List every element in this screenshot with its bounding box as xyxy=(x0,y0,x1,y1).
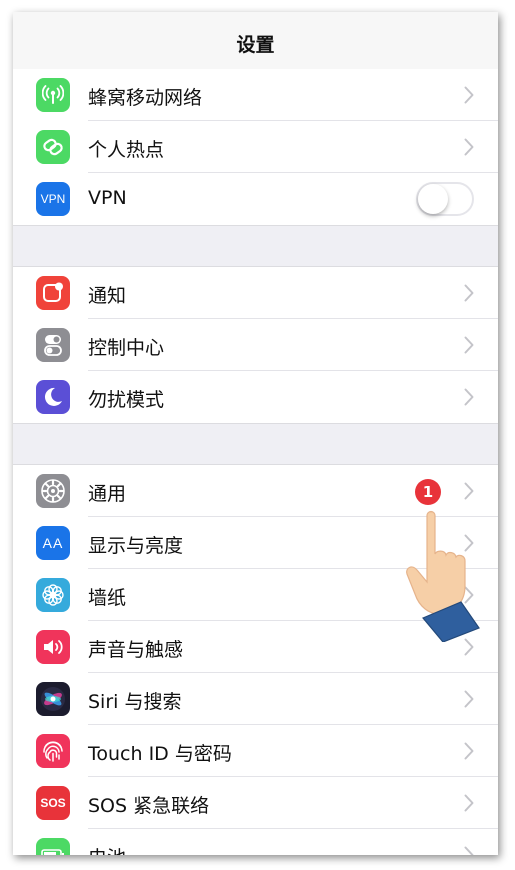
section-separator xyxy=(13,423,498,465)
settings-row-label: 控制中心 xyxy=(88,337,165,359)
settings-row-label: 墙纸 xyxy=(88,587,127,609)
chevron-right-icon xyxy=(464,846,474,855)
settings-row-label: 通用 xyxy=(88,483,127,505)
settings-row-do-not-disturb[interactable]: 勿扰模式 xyxy=(13,371,498,423)
chevron-right-icon xyxy=(464,742,474,760)
page-title: 设置 xyxy=(236,34,275,56)
gear-icon xyxy=(36,474,70,508)
antenna-icon xyxy=(36,78,70,112)
settings-row-general[interactable]: 通用 1 xyxy=(13,465,498,517)
chevron-right-icon xyxy=(464,138,474,156)
settings-row-siri[interactable]: Siri 与搜索 xyxy=(13,673,498,725)
hotspot-link-icon xyxy=(36,130,70,164)
notifications-icon xyxy=(36,276,70,310)
settings-row-display-brightness[interactable]: AA 显示与亮度 xyxy=(13,517,498,569)
chevron-right-icon xyxy=(464,284,474,302)
control-center-icon xyxy=(36,328,70,362)
vpn-icon: VPN xyxy=(36,182,70,216)
settings-row-notifications[interactable]: 通知 xyxy=(13,267,498,319)
settings-row-wallpaper[interactable]: 墙纸 xyxy=(13,569,498,621)
settings-row-label: Siri 与搜索 xyxy=(88,691,182,713)
display-brightness-icon: AA xyxy=(36,526,70,560)
settings-row-label: 勿扰模式 xyxy=(88,389,165,411)
chevron-right-icon xyxy=(464,586,474,604)
settings-row-battery[interactable]: 电池 xyxy=(13,829,498,855)
settings-row-control-center[interactable]: 控制中心 xyxy=(13,319,498,371)
fingerprint-icon xyxy=(36,734,70,768)
settings-row-label: 个人热点 xyxy=(88,139,165,161)
speaker-icon xyxy=(36,630,70,664)
wallpaper-flower-icon xyxy=(36,578,70,612)
chevron-right-icon xyxy=(464,86,474,104)
settings-row-sounds[interactable]: 声音与触感 xyxy=(13,621,498,673)
chevron-right-icon xyxy=(464,534,474,552)
chevron-right-icon xyxy=(464,794,474,812)
navigation-bar: 设置 xyxy=(13,12,498,70)
settings-row-label: SOS 紧急联络 xyxy=(88,795,210,817)
settings-row-label: 显示与亮度 xyxy=(88,535,184,557)
settings-row-label: 蜂窝移动网络 xyxy=(88,87,203,109)
sos-icon: SOS xyxy=(36,786,70,820)
battery-icon xyxy=(36,838,70,855)
vpn-toggle[interactable] xyxy=(416,182,474,216)
settings-row-cellular[interactable]: 蜂窝移动网络 xyxy=(13,69,498,121)
settings-row-touch-id[interactable]: Touch ID 与密码 xyxy=(13,725,498,777)
settings-row-label: 电池 xyxy=(88,843,126,855)
notification-badge: 1 xyxy=(415,479,441,505)
settings-row-label: VPN xyxy=(88,187,127,209)
siri-icon xyxy=(36,682,70,716)
settings-row-sos[interactable]: SOS SOS 紧急联络 xyxy=(13,777,498,829)
settings-list: 蜂窝移动网络 个人热点 VPN VPN 通知 控制中心 勿扰模式 通用 1 AA… xyxy=(13,69,498,855)
moon-icon xyxy=(36,380,70,414)
settings-row-vpn: VPN VPN xyxy=(13,173,498,225)
chevron-right-icon xyxy=(464,482,474,500)
chevron-right-icon xyxy=(464,388,474,406)
section-separator xyxy=(13,225,498,267)
settings-row-label: 通知 xyxy=(88,285,127,307)
settings-row-label: 声音与触感 xyxy=(88,639,184,661)
settings-row-label: Touch ID 与密码 xyxy=(88,743,232,765)
settings-row-hotspot[interactable]: 个人热点 xyxy=(13,121,498,173)
chevron-right-icon xyxy=(464,336,474,354)
toggle-knob xyxy=(418,184,448,214)
chevron-right-icon xyxy=(464,638,474,656)
chevron-right-icon xyxy=(464,690,474,708)
settings-screen: 设置 蜂窝移动网络 个人热点 VPN VPN 通知 控制中心 勿扰模式 通用 1… xyxy=(13,12,498,855)
